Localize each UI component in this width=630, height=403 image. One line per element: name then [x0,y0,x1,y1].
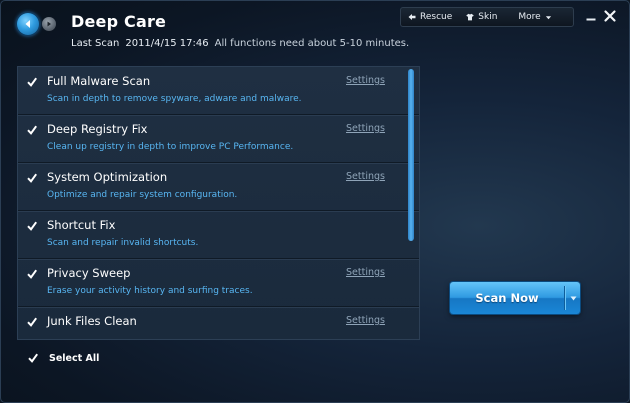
scrollbar-thumb[interactable] [408,69,414,241]
more-label: More [518,12,541,22]
last-scan-info: Last Scan 2011/4/15 17:46 All functions ne… [71,38,409,49]
top-toolbar: Rescue Skin More [400,7,574,27]
item-description: Erase your activity history and surfing … [47,286,253,296]
item-title: Privacy Sweep [47,266,131,280]
select-all-label[interactable]: Select All [49,353,99,364]
page-title: Deep Care [71,12,167,31]
close-icon[interactable] [603,9,617,23]
scan-options-dropdown[interactable] [566,282,580,314]
skin-label: Skin [478,12,498,22]
last-scan-time: 2011/4/15 17:46 [125,38,209,49]
scan-now-label: Scan Now [475,291,539,305]
item-title: Deep Registry Fix [47,122,148,136]
item-settings-link[interactable]: Settings [346,171,385,182]
checkbox-checked-icon[interactable] [27,125,37,135]
item-title: Shortcut Fix [47,218,116,232]
list-item[interactable]: Junk Files Clean Settings [18,307,419,339]
checkbox-checked-icon[interactable] [27,269,37,279]
chevron-down-icon [545,15,551,19]
list-item[interactable]: Full Malware Scan Scan in depth to remov… [18,67,419,115]
deep-care-window: Deep Care Last Scan 2011/4/15 17:46 All fu… [0,0,630,403]
list-scrollbar[interactable] [408,69,414,337]
item-title: Junk Files Clean [47,314,137,328]
list-item[interactable]: System Optimization Optimize and repair … [18,163,419,211]
last-scan-label: Last Scan [71,38,120,49]
checkbox-checked-icon[interactable] [27,317,37,327]
list-item[interactable]: Privacy Sweep Erase your activity histor… [18,259,419,307]
item-description: Clean up registry in depth to improve PC… [47,142,294,152]
checkbox-checked-icon[interactable] [27,173,37,183]
item-description: Scan in depth to remove spyware, adware … [47,94,302,104]
checkbox-checked-icon[interactable] [27,77,37,87]
list-item[interactable]: Shortcut Fix Scan and repair invalid sho… [18,211,419,259]
item-title: System Optimization [47,170,168,184]
item-settings-link[interactable]: Settings [346,315,385,326]
shirt-icon [466,13,474,21]
list-item[interactable]: Deep Registry Fix Clean up registry in d… [18,115,419,163]
back-button[interactable] [17,13,39,35]
checkbox-checked-icon[interactable] [27,221,37,231]
item-description: Optimize and repair system configuration… [47,190,238,200]
item-description: Scan and repair invalid shortcuts. [47,238,199,248]
chevron-down-icon [570,296,576,300]
scan-button-divider [564,286,565,310]
select-all-checkbox-icon[interactable] [28,353,38,363]
item-settings-link[interactable]: Settings [346,267,385,278]
rescue-arrow-icon [408,14,416,20]
rescue-button[interactable]: Rescue [401,8,459,26]
item-settings-link[interactable]: Settings [346,123,385,134]
forward-arrow-icon [47,21,51,27]
minimize-icon[interactable] [585,10,597,22]
rescue-label: Rescue [420,12,453,22]
more-button[interactable]: More [504,8,558,26]
skin-button[interactable]: Skin [459,8,504,26]
duration-note: All functions need about 5-10 minutes. [214,38,410,49]
scan-now-button[interactable]: Scan Now [450,282,580,314]
item-title: Full Malware Scan [47,74,151,88]
forward-button[interactable] [42,17,56,31]
care-item-list: Full Malware Scan Scan in depth to remov… [17,66,420,340]
back-arrow-icon [25,20,30,28]
item-settings-link[interactable]: Settings [346,75,385,86]
